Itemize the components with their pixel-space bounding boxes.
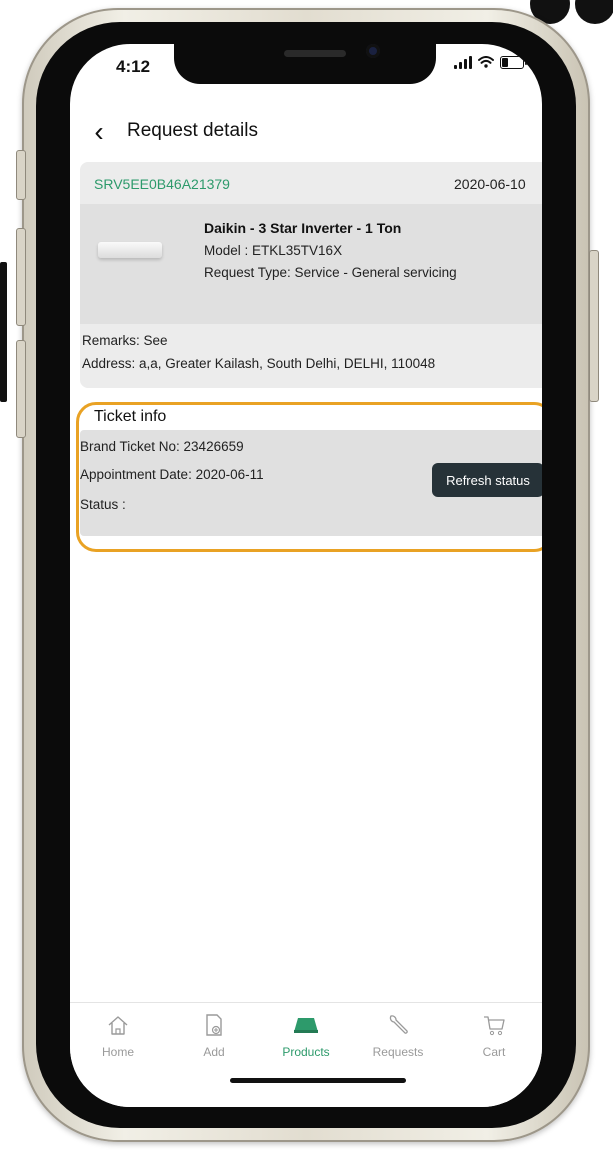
back-icon[interactable]: ‹ <box>88 118 110 146</box>
product-info: Daikin - 3 Star Inverter - 1 Ton Model :… <box>80 204 542 324</box>
nav-requests[interactable]: Requests <box>358 1011 438 1059</box>
products-icon <box>291 1011 321 1039</box>
appointment-date: Appointment Date: 2020-06-11 <box>80 467 264 482</box>
ticket-status: Status : <box>80 497 126 512</box>
volume-up-button <box>16 228 26 326</box>
volume-down-button <box>16 340 26 438</box>
edge-decoration <box>0 262 7 402</box>
product-model: Model : ETKL35TV16X <box>204 243 343 258</box>
nav-label: Add <box>203 1045 225 1059</box>
battery-icon <box>500 55 527 69</box>
nav-add[interactable]: Add <box>174 1011 254 1059</box>
remarks: Remarks: See <box>82 333 168 348</box>
product-name: Daikin - 3 Star Inverter - 1 Ton <box>204 220 402 236</box>
ticket-title: Ticket info <box>94 408 167 425</box>
refresh-status-button[interactable]: Refresh status <box>432 463 542 497</box>
address: Address: a,a, Greater Kailash, South Del… <box>82 356 436 371</box>
brand-ticket-number: Brand Ticket No: 23426659 <box>80 439 244 454</box>
signal-icon <box>454 55 472 69</box>
request-card: SRV5EE0B46A21379 2020-06-10 Daikin - 3 S… <box>80 162 542 388</box>
add-icon <box>199 1011 229 1039</box>
status-time: 4:12 <box>116 57 151 76</box>
ticket-info: Brand Ticket No: 23426659 Appointment Da… <box>80 430 542 536</box>
home-indicator[interactable] <box>230 1078 406 1083</box>
nav-label: Cart <box>482 1045 506 1059</box>
request-type: Request Type: Service - General servicin… <box>204 265 457 280</box>
page-title: Request details <box>127 120 258 141</box>
nav-label: Requests <box>372 1045 424 1059</box>
cart-icon <box>479 1011 509 1039</box>
wrench-icon <box>383 1011 413 1039</box>
bottom-nav: Home Add Products Requests Cart <box>70 1002 542 1107</box>
camera <box>366 44 380 58</box>
home-icon <box>103 1011 133 1039</box>
nav-label: Home <box>101 1045 134 1059</box>
corner-decoration <box>575 0 613 24</box>
status-icons <box>454 55 527 69</box>
nav-products[interactable]: Products <box>266 1011 346 1059</box>
mute-switch <box>16 150 26 200</box>
nav-cart[interactable]: Cart <box>454 1011 534 1059</box>
wifi-icon <box>478 56 494 68</box>
phone-screen: 4:12 ‹ Request details SRV5EE0B46A21379 … <box>70 44 542 1107</box>
request-id: SRV5EE0B46A21379 <box>94 176 230 192</box>
nav-label: Products <box>282 1045 330 1059</box>
nav-home[interactable]: Home <box>78 1011 158 1059</box>
speaker <box>284 50 346 57</box>
notch <box>174 44 436 84</box>
request-date: 2020-06-10 <box>454 176 526 192</box>
product-image <box>98 242 162 258</box>
power-button <box>589 250 599 402</box>
